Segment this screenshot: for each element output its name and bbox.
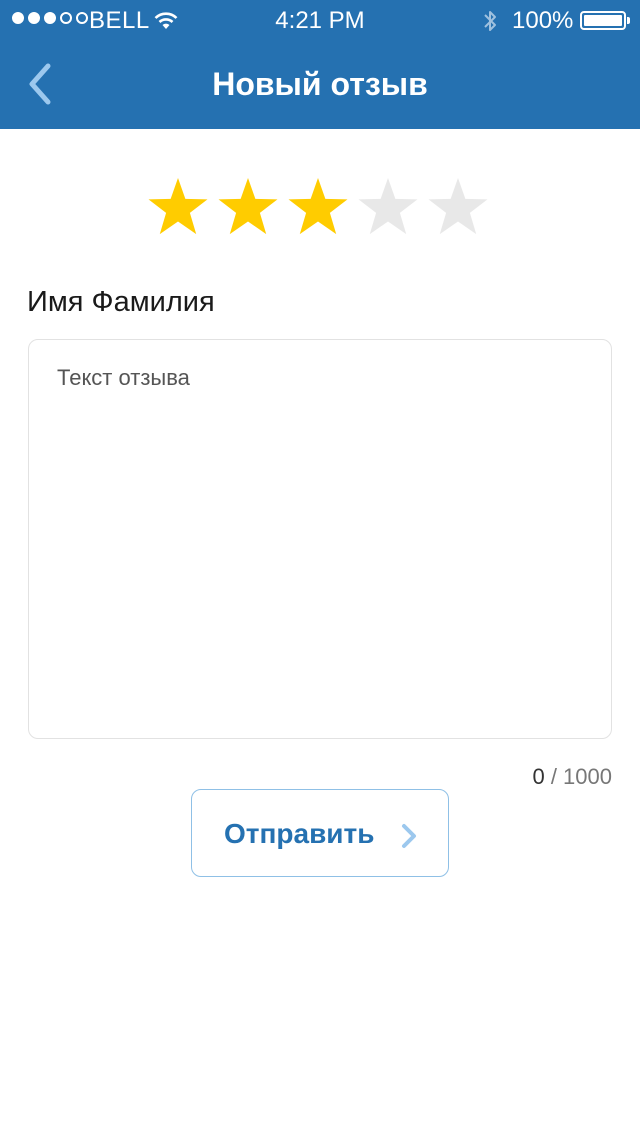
submit-button[interactable]: Отправить: [191, 789, 449, 877]
new-review-screen: BELL 4:21 PM 100% Новый отзыв Имя Фамили…: [0, 0, 640, 1136]
star-filled-icon[interactable]: [218, 176, 278, 238]
star-filled-icon[interactable]: [288, 176, 348, 238]
header: BELL 4:21 PM 100% Новый отзыв: [0, 0, 640, 129]
char-count: 0: [532, 764, 545, 789]
review-text-area[interactable]: Текст отзыва: [28, 339, 612, 739]
star-rating[interactable]: [148, 176, 488, 242]
star-empty-icon[interactable]: [428, 176, 488, 238]
char-limit: 1000: [563, 764, 612, 789]
character-counter: 0 / 1000: [532, 764, 612, 790]
star-filled-icon[interactable]: [148, 176, 208, 238]
char-separator: /: [544, 764, 564, 789]
navigation-bar: Новый отзыв: [0, 40, 640, 129]
page-title: Новый отзыв: [212, 66, 428, 102]
review-placeholder: Текст отзыва: [57, 365, 190, 390]
status-bar: BELL 4:21 PM 100%: [0, 0, 640, 40]
battery-fill: [584, 15, 622, 26]
name-field[interactable]: [27, 284, 607, 320]
battery-percent: 100%: [512, 7, 574, 34]
submit-label: Отправить: [224, 818, 375, 849]
bluetooth-icon: [484, 11, 496, 31]
chevron-right-icon: [402, 824, 416, 848]
star-empty-icon[interactable]: [358, 176, 418, 238]
battery-icon: [580, 11, 630, 30]
